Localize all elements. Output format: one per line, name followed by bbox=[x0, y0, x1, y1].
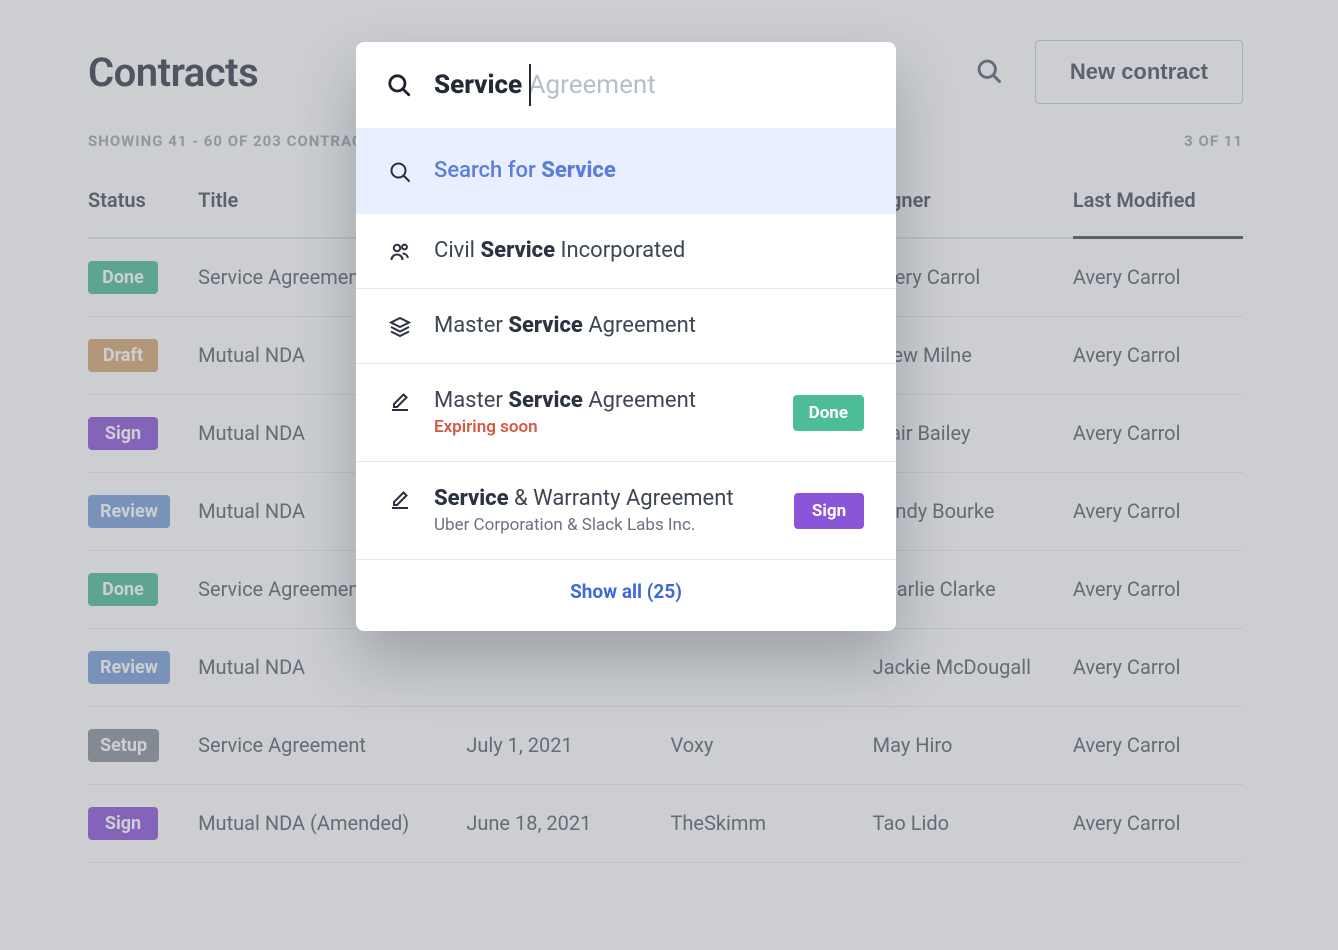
result-body: Civil Service Incorporated bbox=[434, 238, 864, 263]
result-title: Civil Service Incorporated bbox=[434, 238, 864, 263]
search-for-row[interactable]: Search for Service bbox=[356, 128, 896, 214]
result-title: Master Service Agreement bbox=[434, 388, 771, 413]
search-input[interactable]: Service Agreement bbox=[434, 70, 656, 100]
search-result-row[interactable]: Civil Service Incorporated bbox=[356, 214, 896, 289]
result-body: Master Service Agreement Expiring soon bbox=[434, 388, 771, 437]
result-badge: Sign bbox=[794, 493, 864, 529]
edit-icon bbox=[388, 390, 412, 414]
search-for-label: Search for Service bbox=[434, 158, 616, 183]
search-results: Civil Service Incorporated Master Service… bbox=[356, 214, 896, 560]
result-body: Master Service Agreement bbox=[434, 313, 864, 338]
search-result-row[interactable]: Master Service Agreement Expiring soon Don… bbox=[356, 364, 896, 462]
search-result-row[interactable]: Service & Warranty Agreement Uber Corpora… bbox=[356, 462, 896, 560]
result-subtitle: Expiring soon bbox=[434, 417, 771, 437]
show-all-link[interactable]: Show all (25) bbox=[570, 580, 682, 603]
search-typed-text: Service bbox=[434, 70, 522, 100]
search-icon bbox=[388, 160, 412, 184]
stack-icon bbox=[388, 315, 412, 339]
result-subtitle: Uber Corporation & Slack Labs Inc. bbox=[434, 515, 772, 535]
result-title: Master Service Agreement bbox=[434, 313, 864, 338]
search-dialog: Service Agreement Search for Service Civ… bbox=[356, 42, 896, 631]
edit-icon bbox=[388, 488, 412, 512]
result-body: Service & Warranty Agreement Uber Corpora… bbox=[434, 486, 772, 535]
text-cursor bbox=[529, 64, 531, 106]
people-icon bbox=[388, 240, 412, 264]
result-badge: Done bbox=[793, 395, 864, 431]
result-title: Service & Warranty Agreement bbox=[434, 486, 772, 511]
status-badge: Sign bbox=[794, 493, 864, 529]
search-suggestion-text: Agreement bbox=[522, 70, 656, 100]
search-icon bbox=[386, 72, 412, 98]
search-result-row[interactable]: Master Service Agreement bbox=[356, 289, 896, 364]
show-all-row: Show all (25) bbox=[356, 560, 896, 631]
search-input-row[interactable]: Service Agreement bbox=[356, 42, 896, 128]
app-root: Contracts New contract SHOWING 41 - 60 O… bbox=[0, 0, 1338, 950]
status-badge: Done bbox=[793, 395, 864, 431]
